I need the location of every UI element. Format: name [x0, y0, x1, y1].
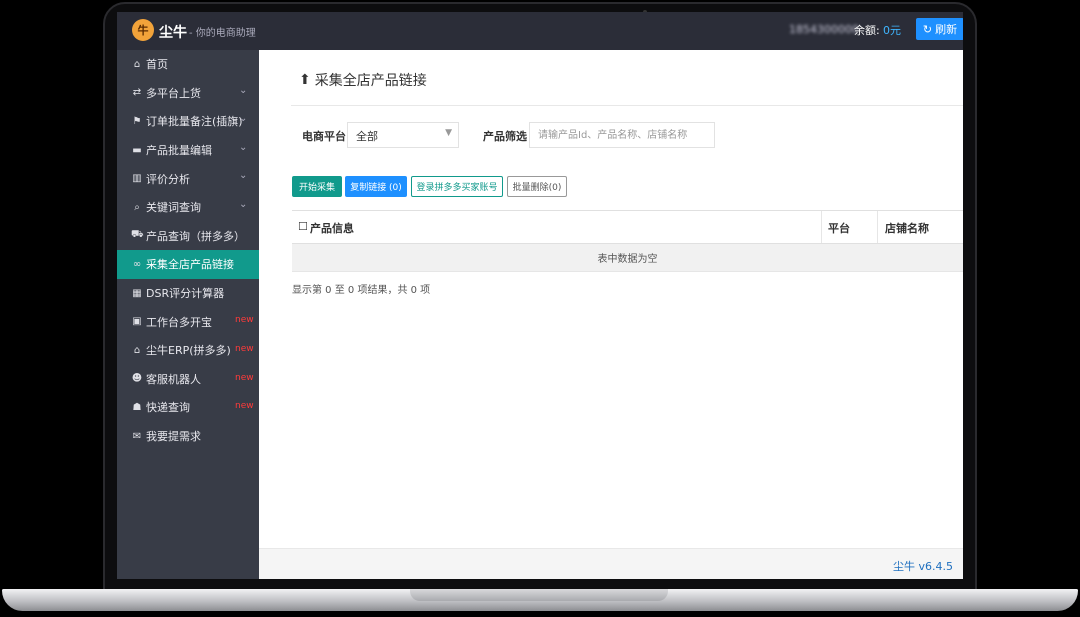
- share-icon: ⇄: [132, 87, 142, 99]
- column-divider: [877, 211, 878, 243]
- app-name: 尘牛: [159, 25, 187, 41]
- sidebar-item-label: 快递查询: [146, 401, 190, 415]
- sidebar-item-label: 尘牛ERP(拼多多): [146, 344, 231, 358]
- sidebar-item[interactable]: ▣ 工作台多开宝 new: [117, 307, 259, 336]
- filter-label: 产品筛选: [483, 130, 527, 143]
- sidebar-item-label: 评价分析: [146, 172, 190, 186]
- new-badge: new: [235, 372, 254, 383]
- divider: [291, 105, 963, 106]
- robot-icon: ☻: [131, 373, 143, 385]
- platform-label: 电商平台: [302, 130, 346, 143]
- chevron-down-icon: ⌄: [239, 170, 248, 182]
- platform-select[interactable]: 全部 ▼: [347, 122, 459, 148]
- sidebar-item[interactable]: ☗ 快递查询 new: [117, 393, 259, 422]
- main-content: ⬆ 采集全店产品链接 电商平台 全部 ▼ 产品筛选 开始采集 复制链接 (0) …: [259, 50, 963, 579]
- new-badge: new: [235, 315, 254, 326]
- column-divider: [821, 211, 822, 243]
- sidebar-item-label: 工作台多开宝: [146, 315, 212, 329]
- sidebar-item[interactable]: ⌕ 关键词查询 ⌄: [117, 193, 259, 222]
- login-pdd-button[interactable]: 登录拼多多买家账号: [411, 176, 503, 197]
- sidebar-item[interactable]: ⛟ 产品查询（拼多多）: [117, 222, 259, 251]
- version-label: 尘牛 v6.4.5: [893, 560, 953, 573]
- table-summary: 显示第 0 至 0 项结果，共 0 项: [292, 285, 431, 296]
- sidebar-item[interactable]: ▬ 产品批量编辑 ⌄: [117, 136, 259, 165]
- sidebar-item[interactable]: ⌂ 尘牛ERP(拼多多) new: [117, 336, 259, 365]
- truck-icon: ⛟: [131, 229, 144, 241]
- bank-icon: ⌂: [133, 344, 141, 356]
- user-secret-icon: ☗: [132, 401, 142, 413]
- empty-table-row: 表中数据为空: [292, 244, 963, 272]
- chevron-down-icon: ⌄: [239, 198, 248, 210]
- logo-icon: 牛: [132, 19, 154, 41]
- footer: 尘牛 v6.4.5: [259, 548, 963, 579]
- batch-delete-button[interactable]: 批量删除(0): [507, 176, 567, 197]
- link-icon: ∞: [132, 258, 142, 270]
- refresh-icon: ↻: [922, 22, 933, 36]
- flag-icon: ⚑: [132, 115, 142, 127]
- sidebar-item-label: 关键词查询: [146, 201, 201, 215]
- table-header: ☐ 产品信息 平台 店铺名称: [292, 211, 963, 244]
- sidebar-item-label: DSR评分计算器: [146, 287, 225, 301]
- sidebar-item[interactable]: ⌂ 首页: [117, 50, 259, 79]
- page-title: ⬆ 采集全店产品链接: [299, 72, 427, 89]
- chevron-down-icon: ⌄: [239, 141, 248, 153]
- column-header-product: 产品信息: [310, 222, 354, 235]
- chevron-down-icon: ▼: [445, 128, 452, 138]
- refresh-button[interactable]: ↻ 刷新: [916, 18, 963, 40]
- search-icon: ⌕: [134, 201, 140, 213]
- sidebar-item[interactable]: ⇄ 多平台上货 ⌄: [117, 79, 259, 108]
- product-table: ☐ 产品信息 平台 店铺名称 表中数据为空: [292, 210, 963, 272]
- column-header-platform: 平台: [828, 222, 850, 235]
- balance-label: 余额:: [854, 24, 880, 37]
- sidebar-item-label: 首页: [146, 58, 168, 72]
- sidebar-item[interactable]: ☻ 客服机器人 new: [117, 365, 259, 394]
- start-collect-button[interactable]: 开始采集: [292, 176, 342, 197]
- sidebar-item[interactable]: ∞ 采集全店产品链接: [117, 250, 259, 279]
- balance-value: 0元: [883, 24, 901, 37]
- briefcase-icon: ▣: [132, 316, 142, 328]
- sidebar-item[interactable]: ▥ 评价分析 ⌄: [117, 164, 259, 193]
- chevron-down-icon: ⌄: [239, 84, 248, 96]
- sidebar-item-label: 订单批量备注(插旗): [146, 115, 243, 129]
- chevron-down-icon: ⌄: [239, 113, 248, 125]
- top-bar: 牛 尘牛 - 你的电商助理 1854300000 余额: 0元 ↻ 刷新: [117, 12, 963, 50]
- app-window: 牛 尘牛 - 你的电商助理 1854300000 余额: 0元 ↻ 刷新 ⌂ 首页…: [117, 12, 963, 579]
- sidebar-item-label: 我要提需求: [146, 430, 201, 444]
- calculator-icon: ▦: [132, 287, 142, 299]
- sidebar-item-label: 产品批量编辑: [146, 144, 212, 158]
- new-badge: new: [235, 343, 254, 354]
- sidebar: ⌂ 首页 ⇄ 多平台上货 ⌄ ⚑ 订单批量备注(插旗) ⌄ ▬ 产品批量编辑 ⌄ ▥ 评价分析 ⌄ ⌕ 关键词…: [117, 50, 259, 579]
- sidebar-item-label: 客服机器人: [146, 372, 201, 386]
- bed-icon: ▬: [132, 144, 142, 156]
- filter-input[interactable]: [529, 122, 715, 148]
- upload-icon: ⬆: [299, 72, 311, 88]
- envelope-icon: ✉: [132, 430, 142, 442]
- sidebar-item-label: 采集全店产品链接: [146, 258, 234, 272]
- app-tagline: - 你的电商助理: [189, 28, 256, 39]
- sidebar-item[interactable]: ▦ DSR评分计算器: [117, 279, 259, 308]
- column-header-shop: 店铺名称: [885, 222, 929, 235]
- sidebar-item[interactable]: ✉ 我要提需求: [117, 422, 259, 451]
- new-badge: new: [235, 401, 254, 412]
- laptop-notch: [410, 589, 668, 601]
- bar-chart-icon: ▥: [132, 173, 142, 185]
- account-number: 1854300000: [789, 23, 859, 36]
- sidebar-item-label: 产品查询（拼多多）: [146, 229, 245, 243]
- sidebar-item[interactable]: ⚑ 订单批量备注(插旗) ⌄: [117, 107, 259, 136]
- home-icon: ⌂: [133, 58, 141, 70]
- copy-links-button[interactable]: 复制链接 (0): [345, 176, 407, 197]
- sidebar-item-label: 多平台上货: [146, 86, 201, 100]
- select-all-checkbox[interactable]: ☐: [298, 220, 308, 233]
